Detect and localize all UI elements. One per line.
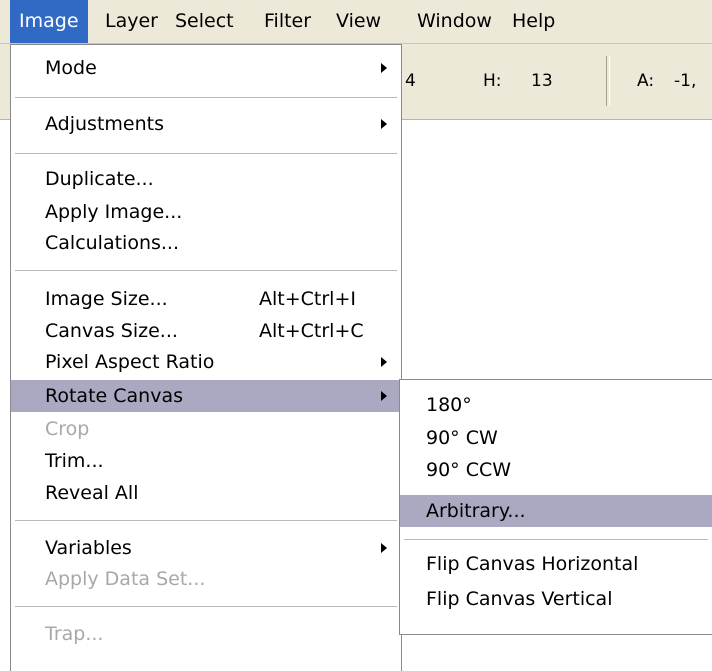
menu-item-crop: Crop xyxy=(11,413,401,445)
menu-item-variables[interactable]: Variables xyxy=(11,532,401,564)
menu-item-label: Mode xyxy=(45,57,97,79)
menu-layer[interactable]: Layer xyxy=(96,0,167,43)
menu-item-canvas-size[interactable]: Canvas Size... Alt+Ctrl+C xyxy=(11,315,401,347)
menu-item-apply-data-set: Apply Data Set... xyxy=(11,563,401,595)
menu-item-label: Apply Data Set... xyxy=(45,568,206,590)
submenu-item-90-cw[interactable]: 90° CW xyxy=(400,422,712,454)
height-value: 13 xyxy=(531,71,553,91)
menu-item-label: Adjustments xyxy=(45,113,164,135)
menu-item-image-size[interactable]: Image Size... Alt+Ctrl+I xyxy=(11,283,401,315)
menu-window[interactable]: Window xyxy=(408,0,501,43)
width-value-partial: 4 xyxy=(405,71,416,91)
menu-view[interactable]: View xyxy=(327,0,390,43)
submenu-item-flip-vertical[interactable]: Flip Canvas Vertical xyxy=(400,583,712,615)
menu-item-label: Canvas Size... xyxy=(45,320,178,342)
menu-item-label: Calculations... xyxy=(45,232,180,254)
submenu-arrow-icon xyxy=(381,543,387,553)
menu-item-label: Flip Canvas Horizontal xyxy=(426,553,639,575)
menu-item-pixel-aspect-ratio[interactable]: Pixel Aspect Ratio xyxy=(11,346,401,378)
menu-item-label: Pixel Aspect Ratio xyxy=(45,351,215,373)
menu-item-reveal-all[interactable]: Reveal All xyxy=(11,477,401,509)
menu-item-adjustments[interactable]: Adjustments xyxy=(11,108,401,140)
menu-item-label: Trap... xyxy=(45,623,104,645)
submenu-arrow-icon xyxy=(381,119,387,129)
menu-item-label: Trim... xyxy=(45,450,104,472)
menu-filter[interactable]: Filter xyxy=(255,0,320,43)
menu-item-label: 90° CCW xyxy=(426,459,512,481)
menu-item-trim[interactable]: Trim... xyxy=(11,445,401,477)
menu-separator xyxy=(15,520,397,521)
menu-item-shortcut: Alt+Ctrl+C xyxy=(259,320,364,342)
height-label: H: xyxy=(483,71,502,91)
menu-item-rotate-canvas[interactable]: Rotate Canvas xyxy=(11,380,401,412)
menu-image[interactable]: Image xyxy=(10,0,88,43)
image-menu: Mode Adjustments Duplicate... Apply Imag… xyxy=(10,44,402,671)
menu-item-mode[interactable]: Mode xyxy=(11,52,401,84)
menu-separator xyxy=(15,153,397,154)
submenu-item-90-ccw[interactable]: 90° CCW xyxy=(400,454,712,486)
menu-item-label: Duplicate... xyxy=(45,168,154,190)
menu-select[interactable]: Select xyxy=(166,0,243,43)
angle-value: -1, xyxy=(674,71,697,91)
submenu-item-flip-horizontal[interactable]: Flip Canvas Horizontal xyxy=(400,548,712,580)
menu-separator xyxy=(15,97,397,98)
menu-item-apply-image[interactable]: Apply Image... xyxy=(11,196,401,228)
menu-bar: Image Layer Select Filter View Window He… xyxy=(0,0,712,44)
menu-separator xyxy=(15,606,397,607)
menu-item-calculations[interactable]: Calculations... xyxy=(11,227,401,259)
menu-item-label: Rotate Canvas xyxy=(45,385,183,407)
submenu-arrow-icon xyxy=(381,391,387,401)
menu-item-label: Crop xyxy=(45,418,90,440)
rotate-canvas-submenu: 180° 90° CW 90° CCW Arbitrary... Flip Ca… xyxy=(399,379,712,635)
menu-item-label: Variables xyxy=(45,537,132,559)
submenu-arrow-icon xyxy=(381,63,387,73)
menu-separator xyxy=(15,270,397,271)
menu-item-label: Image Size... xyxy=(45,288,168,310)
menu-item-label: 90° CW xyxy=(426,427,498,449)
menu-item-label: 180° xyxy=(426,394,472,416)
menu-separator xyxy=(404,539,708,540)
angle-label: A: xyxy=(637,71,655,91)
menu-item-label: Reveal All xyxy=(45,482,139,504)
menu-item-label: Arbitrary... xyxy=(426,500,526,522)
menu-item-duplicate[interactable]: Duplicate... xyxy=(11,163,401,195)
menu-item-trap: Trap... xyxy=(11,618,401,650)
menu-help[interactable]: Help xyxy=(503,0,564,43)
submenu-item-arbitrary[interactable]: Arbitrary... xyxy=(400,495,712,527)
menu-item-label: Flip Canvas Vertical xyxy=(426,588,613,610)
submenu-item-180[interactable]: 180° xyxy=(400,389,712,421)
menu-item-label: Apply Image... xyxy=(45,201,183,223)
submenu-arrow-icon xyxy=(381,357,387,367)
options-separator xyxy=(606,56,610,106)
menu-item-shortcut: Alt+Ctrl+I xyxy=(259,288,356,310)
